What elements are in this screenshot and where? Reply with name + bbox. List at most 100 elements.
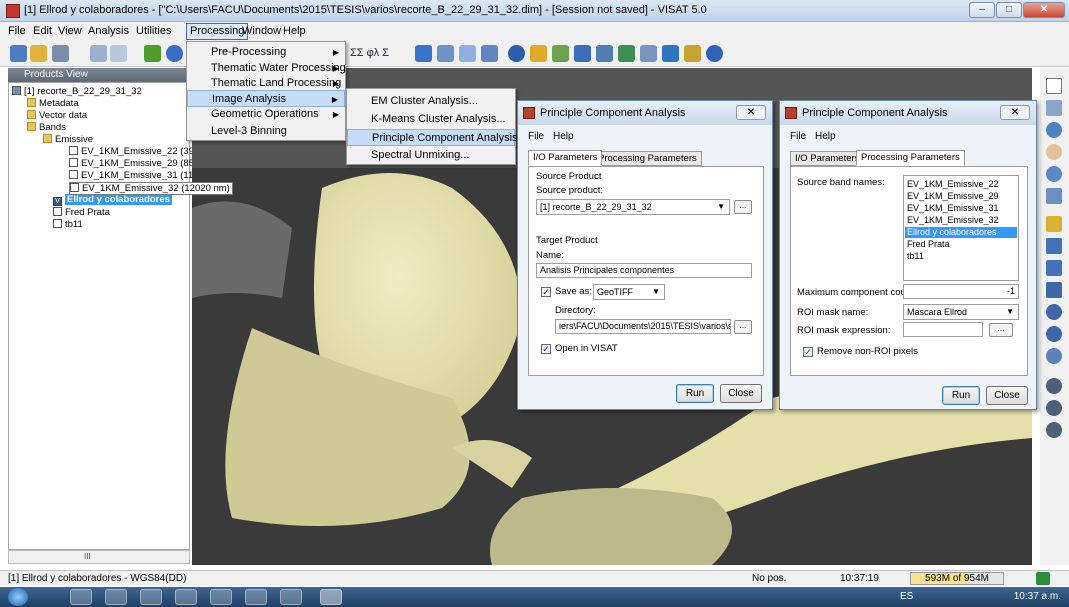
tree-node-tb11[interactable]: tb11 [53,219,83,230]
menu-help[interactable]: Help [283,25,306,37]
menu-item-principle-component[interactable]: Principle Component Analysis... [347,129,527,146]
start-button[interactable] [8,588,28,606]
menu-item-geometric-operations[interactable]: Geometric Operations ▶ [187,106,345,123]
zoom-tool-icon[interactable] [1046,122,1062,138]
band-maths-icon[interactable] [110,45,127,62]
menu-item-em-cluster[interactable]: EM Cluster Analysis... [347,93,515,110]
chart-icon[interactable] [684,45,701,62]
tree-node-band-32[interactable]: EV_1KM_Emissive_32 (12020 nm) [69,182,233,195]
new-product-icon[interactable] [10,45,27,62]
tree-node-emissive[interactable]: Emissive [43,134,93,145]
pin-icon[interactable] [530,45,547,62]
dialog-menu-file[interactable]: File [790,131,806,142]
tab-io-parameters[interactable]: I/O Parameters [528,150,603,166]
select-tool-icon[interactable] [1046,78,1062,94]
roi-mask-select[interactable]: Mascara Ellrod ▼ [903,304,1019,320]
taskbar-ie-icon[interactable] [105,589,127,605]
tree-node-bands[interactable]: Bands [27,122,66,133]
world-map-icon[interactable] [618,45,635,62]
directory-input[interactable]: iers\FACU\Documents\2015\TESIS\varios\sp… [555,319,731,334]
list-item[interactable]: EV_1KM_Emissive_22 [905,179,1017,190]
source-product-select[interactable]: [1] recorte_B_22_29_31_32 ▼ [536,199,730,215]
plugin-icon[interactable] [144,45,161,62]
dialog-close-button[interactable]: ✕ [1000,105,1030,120]
histogram-icon[interactable] [415,45,432,62]
tree-node-vector-data[interactable]: Vector data [27,110,87,121]
products-tree[interactable]: [1] recorte_B_22_29_31_32 Metadata Vecto… [8,82,233,550]
taskbar-media-icon[interactable] [210,589,232,605]
spectrum-icon[interactable] [481,45,498,62]
language-indicator[interactable]: ES [900,591,913,602]
dialog-menu-help[interactable]: Help [553,131,574,142]
gcp-manager-icon[interactable] [1046,422,1062,438]
profile-icon[interactable] [459,45,476,62]
menu-processing[interactable]: Processing [186,23,249,40]
menu-item-pre-processing[interactable]: Pre-Processing ▶ [187,44,345,61]
navigation-icon[interactable] [662,45,679,62]
magic-wand-icon[interactable] [1046,326,1062,342]
list-item[interactable]: EV_1KM_Emissive_31 [905,203,1017,214]
rectangle-tool-icon[interactable] [1046,282,1062,298]
gcp-tool-icon[interactable] [1046,188,1062,204]
menu-item-level3-binning[interactable]: Level-3 Binning [187,123,345,140]
list-item[interactable]: tb11 [905,251,1017,262]
close-dialog-button[interactable]: Close [986,386,1028,405]
dialog-menu-help[interactable]: Help [815,131,836,142]
list-item[interactable]: EV_1KM_Emissive_32 [905,215,1017,226]
maximize-button[interactable]: □ [996,2,1022,18]
dialog-menu-file[interactable]: File [528,131,544,142]
graticule-icon[interactable] [552,45,569,62]
gcp-icon[interactable] [640,45,657,62]
layer-icon[interactable] [596,45,613,62]
dialog-close-button[interactable]: ✕ [736,105,766,120]
taskbar-visat-icon[interactable] [320,589,342,605]
gc-icon[interactable] [1036,572,1050,585]
save-as-checkbox[interactable]: ✓ [541,287,551,297]
tree-node-metadata[interactable]: Metadata [27,98,79,109]
pin-tool-icon[interactable] [1046,378,1062,394]
taskbar-chrome-icon[interactable] [70,589,92,605]
remove-non-roi-checkbox[interactable]: ✓ [803,347,813,357]
menu-item-spectral-unmixing[interactable]: Spectral Unmixing... [347,147,515,164]
tree-horizontal-scrollbar[interactable]: III [8,550,190,564]
target-name-input[interactable]: Analisis Principales componentes [536,263,752,278]
menu-item-image-analysis[interactable]: Image Analysis ▶ [187,90,345,107]
list-item[interactable]: EV_1KM_Emissive_29 [905,191,1017,202]
insert-vertex-icon[interactable] [1046,348,1062,364]
run-button[interactable]: Run [676,384,714,403]
source-browse-button[interactable]: ... [734,200,752,214]
save-product-icon[interactable] [52,45,69,62]
menu-analysis[interactable]: Analysis [88,25,129,37]
expression-editor-button[interactable]: ... [989,323,1013,337]
polygon-tool-icon[interactable] [1046,260,1062,276]
pan-tool-icon[interactable] [1046,144,1062,160]
memory-indicator[interactable]: 593M of 954M [910,572,1004,585]
tree-node-product[interactable]: [1] recorte_B_22_29_31_32 [12,86,142,97]
pin-manager-icon[interactable] [1046,400,1062,416]
line-tool-icon[interactable] [1046,216,1062,232]
close-dialog-button[interactable]: Close [720,384,762,403]
menu-window[interactable]: Window [242,25,281,37]
open-in-visat-checkbox[interactable]: ✓ [541,344,551,354]
close-button[interactable]: ✕ [1023,2,1065,18]
ellipse-tool-icon[interactable] [1046,304,1062,320]
polyline-tool-icon[interactable] [1046,238,1062,254]
tab-io-parameters[interactable]: I/O Parameters [790,151,865,166]
roi-mask-expression-input[interactable] [903,322,983,337]
open-product-icon[interactable] [30,45,47,62]
list-item[interactable]: Fred Prata [905,239,1017,250]
menu-item-kmeans-cluster[interactable]: K-Means Cluster Analysis... [347,111,515,128]
menu-utilities[interactable]: Utilities [136,25,171,37]
taskbar-ps-icon[interactable] [280,589,302,605]
source-band-list[interactable]: EV_1KM_Emissive_22 EV_1KM_Emissive_29 EV… [903,175,1019,281]
taskbar-files-icon[interactable] [175,589,197,605]
save-format-select[interactable]: GeoTIFF ▼ [593,284,665,300]
tree-node-band-31[interactable]: EV_1KM_Emissive_31 (110 [69,170,199,181]
menu-file[interactable]: File [8,25,26,37]
range-finder-icon[interactable] [1046,100,1062,116]
tab-processing-parameters[interactable]: Processing Parameters [856,150,965,166]
menu-view[interactable]: View [58,25,82,37]
pixel-info-icon[interactable] [1046,166,1062,182]
scatter-icon[interactable] [437,45,454,62]
taskbar-clock[interactable]: 10:37 a.m. [1014,591,1061,602]
